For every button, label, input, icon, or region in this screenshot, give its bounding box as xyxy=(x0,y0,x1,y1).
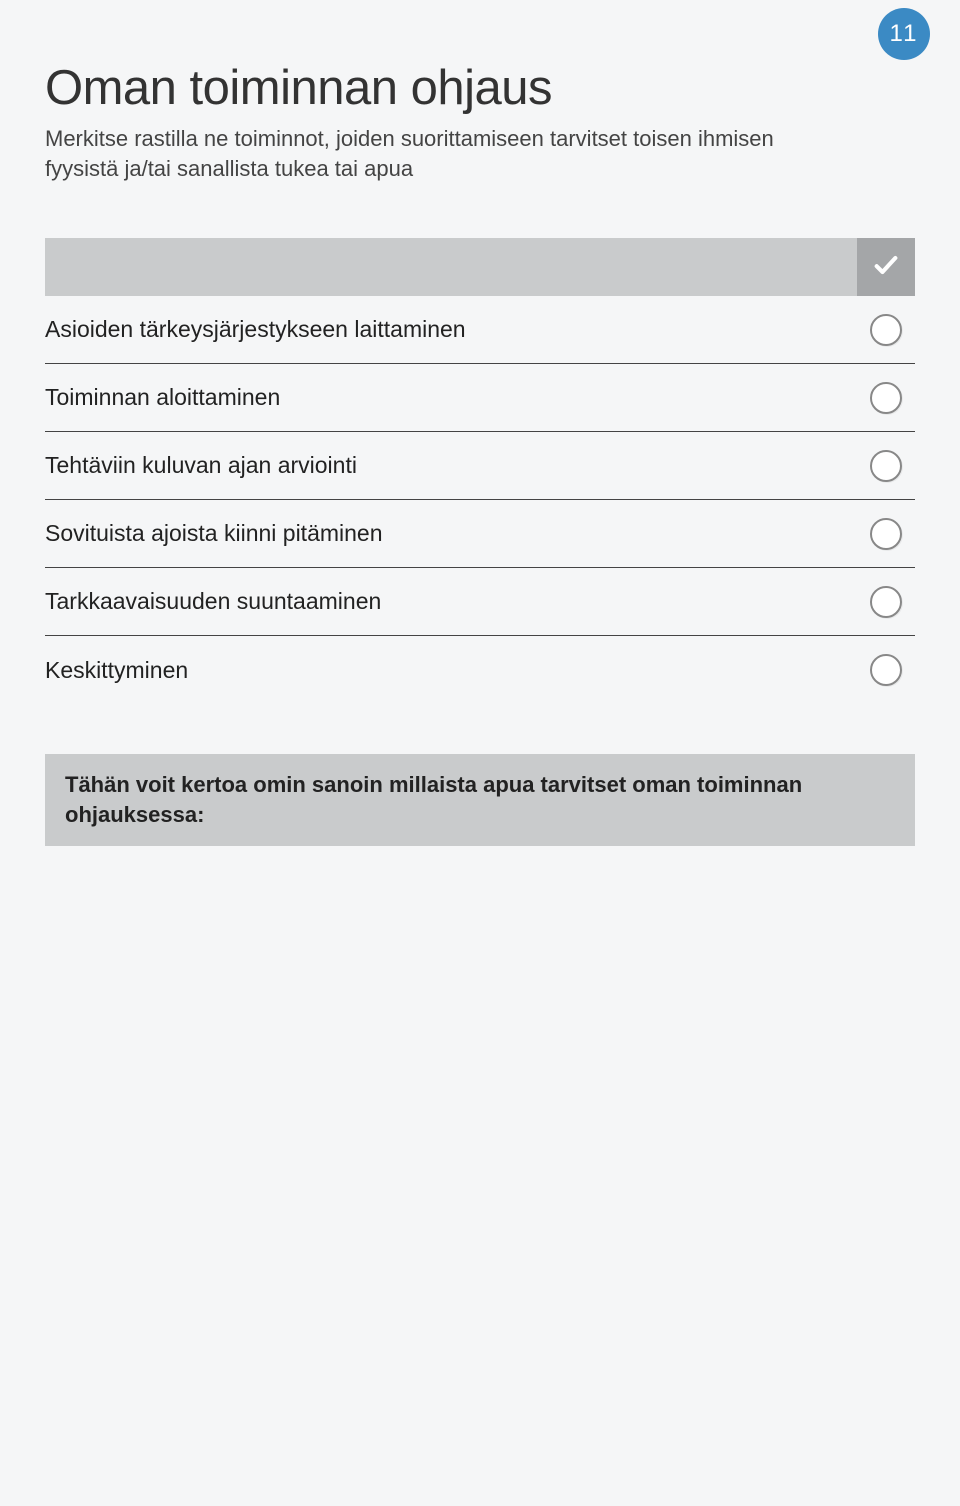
notes-header: Tähän voit kertoa omin sanoin millaista … xyxy=(45,754,915,845)
checkbox-circle[interactable] xyxy=(870,314,902,346)
checkbox-circle[interactable] xyxy=(870,586,902,618)
checkbox-circle[interactable] xyxy=(870,450,902,482)
checklist-header-label-col xyxy=(45,238,857,296)
item-check-col xyxy=(857,450,915,482)
item-check-col xyxy=(857,382,915,414)
list-item: Tarkkaavaisuuden suuntaaminen xyxy=(45,568,915,636)
item-label: Toiminnan aloittaminen xyxy=(45,366,857,429)
item-check-col xyxy=(857,518,915,550)
list-item: Toiminnan aloittaminen xyxy=(45,364,915,432)
page-intro: Merkitse rastilla ne toiminnot, joiden s… xyxy=(45,124,845,183)
checkbox-circle[interactable] xyxy=(870,518,902,550)
item-label: Tarkkaavaisuuden suuntaaminen xyxy=(45,570,857,633)
item-check-col xyxy=(857,654,915,686)
list-item: Keskittyminen xyxy=(45,636,915,704)
checklist-header-check-col xyxy=(857,238,915,296)
list-item: Asioiden tärkeysjärjestykseen laittamine… xyxy=(45,296,915,364)
list-item: Sovituista ajoista kiinni pitäminen xyxy=(45,500,915,568)
checkbox-circle[interactable] xyxy=(870,382,902,414)
page-number-badge: 11 xyxy=(878,8,930,60)
content-area: Oman toiminnan ohjaus Merkitse rastilla … xyxy=(0,0,960,846)
item-label: Sovituista ajoista kiinni pitäminen xyxy=(45,502,857,565)
checkmark-icon xyxy=(872,251,900,284)
page-title: Oman toiminnan ohjaus xyxy=(45,60,915,116)
item-check-col xyxy=(857,586,915,618)
item-label: Keskittyminen xyxy=(45,639,857,702)
page-number: 11 xyxy=(890,20,919,48)
list-item: Tehtäviin kuluvan ajan arviointi xyxy=(45,432,915,500)
notes-header-text: Tähän voit kertoa omin sanoin millaista … xyxy=(65,770,895,829)
checklist: Asioiden tärkeysjärjestykseen laittamine… xyxy=(45,296,915,704)
item-label: Asioiden tärkeysjärjestykseen laittamine… xyxy=(45,298,857,361)
item-label: Tehtäviin kuluvan ajan arviointi xyxy=(45,434,857,497)
checkbox-circle[interactable] xyxy=(870,654,902,686)
checklist-header xyxy=(45,238,915,296)
item-check-col xyxy=(857,314,915,346)
